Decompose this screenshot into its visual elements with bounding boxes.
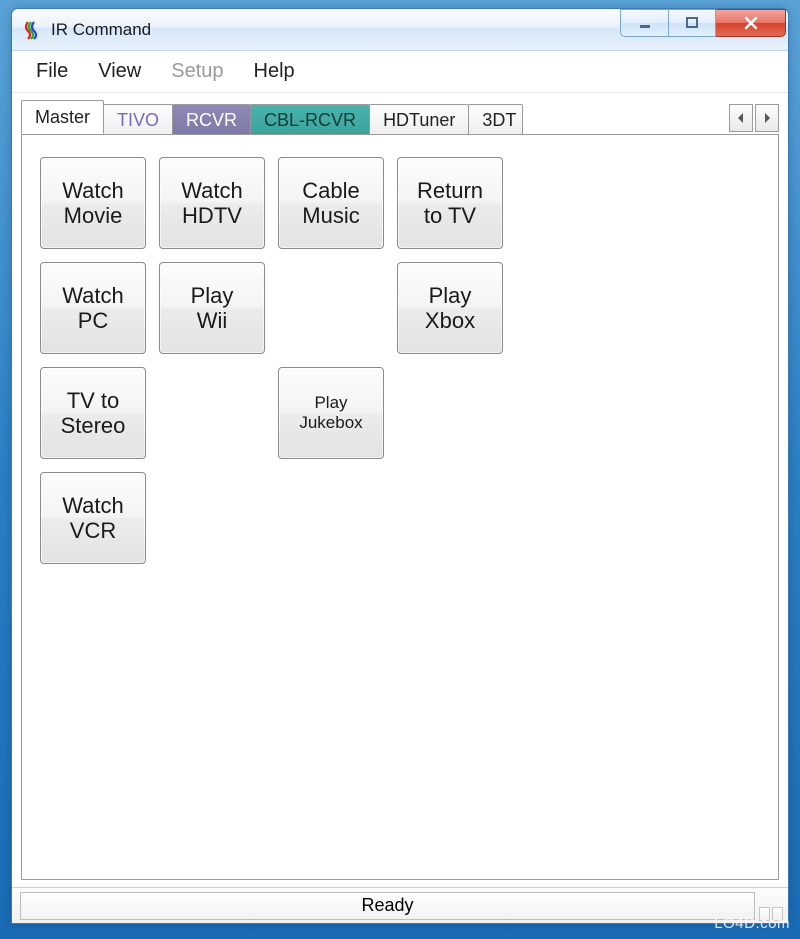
tab-scroll-left[interactable] bbox=[729, 104, 753, 132]
tab-scroll bbox=[729, 104, 779, 134]
cmd-play-jukebox[interactable]: Play Jukebox bbox=[278, 367, 384, 459]
status-text: Ready bbox=[20, 892, 755, 920]
tabstrip: Master TIVO RCVR CBL-RCVR HDTuner 3DT bbox=[21, 100, 779, 134]
menu-file[interactable]: File bbox=[22, 56, 82, 87]
tab-panel-master: Watch Movie Watch HDTV Cable Music Retur… bbox=[21, 134, 779, 880]
cmd-watch-vcr[interactable]: Watch VCR bbox=[40, 472, 146, 564]
minimize-button[interactable] bbox=[620, 9, 668, 37]
client-area: Master TIVO RCVR CBL-RCVR HDTuner 3DT Wa… bbox=[12, 93, 788, 887]
menu-view[interactable]: View bbox=[84, 56, 155, 87]
cmd-watch-movie[interactable]: Watch Movie bbox=[40, 157, 146, 249]
tab-hdtuner[interactable]: HDTuner bbox=[369, 104, 469, 135]
watermark: LO4D.com bbox=[714, 915, 790, 932]
statusbar: Ready bbox=[12, 887, 788, 923]
cmd-return-to-tv[interactable]: Return to TV bbox=[397, 157, 503, 249]
window-title: IR Command bbox=[51, 20, 620, 40]
app-icon bbox=[22, 20, 42, 40]
tab-cbl-rcvr[interactable]: CBL-RCVR bbox=[250, 104, 370, 135]
titlebar[interactable]: IR Command bbox=[12, 9, 788, 51]
cmd-play-wii[interactable]: Play Wii bbox=[159, 262, 265, 354]
tab-3dt[interactable]: 3DT bbox=[468, 104, 523, 135]
app-window: IR Command File View Setup Help Master T… bbox=[11, 8, 789, 924]
cmd-watch-hdtv[interactable]: Watch HDTV bbox=[159, 157, 265, 249]
tab-rcvr[interactable]: RCVR bbox=[172, 104, 251, 135]
cmd-watch-pc[interactable]: Watch PC bbox=[40, 262, 146, 354]
cmd-cable-music[interactable]: Cable Music bbox=[278, 157, 384, 249]
tab-scroll-right[interactable] bbox=[755, 104, 779, 132]
maximize-button[interactable] bbox=[668, 9, 716, 37]
menu-setup: Setup bbox=[157, 56, 237, 87]
command-grid: Watch Movie Watch HDTV Cable Music Retur… bbox=[40, 157, 768, 564]
close-button[interactable] bbox=[716, 9, 786, 37]
window-controls bbox=[620, 9, 786, 37]
menu-help[interactable]: Help bbox=[240, 56, 309, 87]
cmd-play-xbox[interactable]: Play Xbox bbox=[397, 262, 503, 354]
menubar: File View Setup Help bbox=[12, 51, 788, 93]
tab-tivo[interactable]: TIVO bbox=[103, 104, 173, 135]
tab-master[interactable]: Master bbox=[21, 100, 104, 134]
cmd-tv-to-stereo[interactable]: TV to Stereo bbox=[40, 367, 146, 459]
